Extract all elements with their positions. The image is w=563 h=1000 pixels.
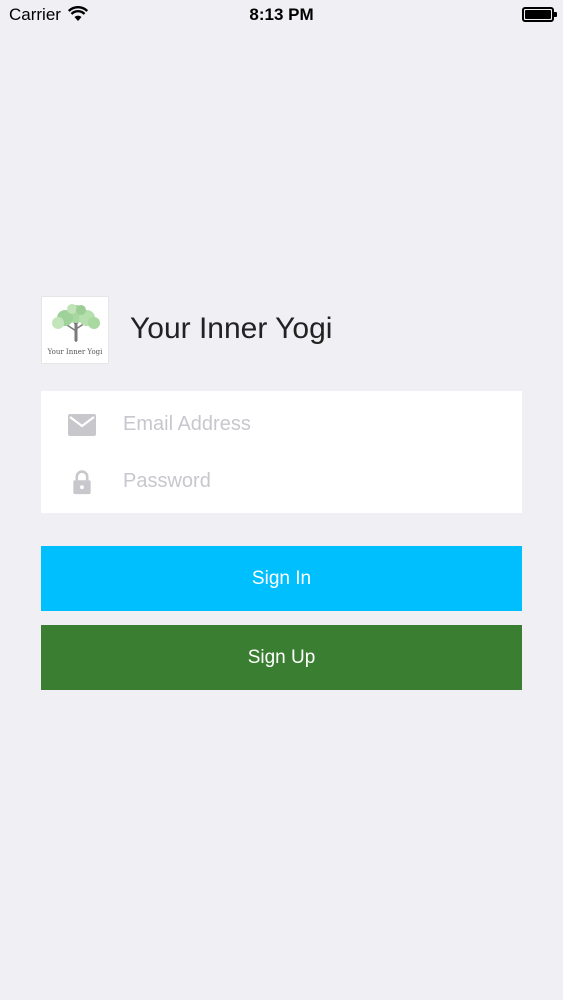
status-bar: Carrier 8:13 PM [0,0,563,30]
logo-text: Your Inner Yogi [47,348,103,356]
email-field-row [41,396,522,453]
password-input[interactable] [123,463,503,499]
app-title: Your Inner Yogi [130,312,333,345]
login-form [41,391,522,513]
password-field-row [41,453,522,510]
app-logo: Your Inner Yogi [41,296,109,364]
battery-icon [522,7,557,22]
email-input[interactable] [123,406,503,442]
mail-icon [68,414,96,436]
sign-up-button[interactable]: Sign Up [41,625,522,690]
lock-icon [73,470,91,495]
app-header: Your Inner Yogi Your Inner Yogi [41,296,522,364]
sign-in-button[interactable]: Sign In [41,546,522,611]
status-time: 8:13 PM [249,5,314,24]
tree-icon [52,304,100,342]
